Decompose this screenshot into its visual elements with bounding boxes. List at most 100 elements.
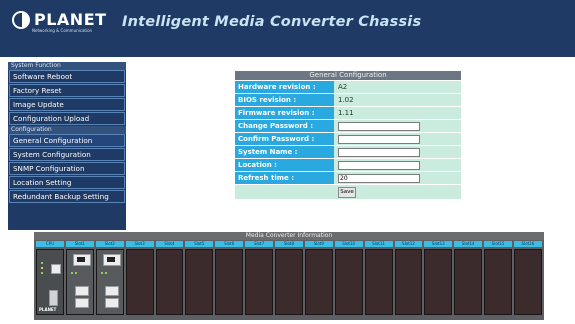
sidebar-item-configuration-upload[interactable]: Configuration Upload [9, 112, 125, 125]
brand-subtitle: Networking & Communication [32, 28, 93, 33]
rj45-jack-icon [76, 257, 85, 262]
slot-11-empty[interactable] [364, 249, 393, 315]
slot-14-empty[interactable] [454, 249, 483, 315]
location-label: Location : [235, 159, 334, 171]
cpu-console-port-icon [49, 290, 58, 306]
hardware-revision-value: A2 [334, 81, 461, 93]
slot-head-cpu: CPU [36, 241, 64, 247]
media-converter-heading: Media Converter Information [34, 232, 544, 240]
slot-head-9: Slot9 [304, 241, 333, 247]
sidebar-item-location-setting[interactable]: Location Setting [9, 176, 125, 189]
confirm-password-label: Confirm Password : [235, 133, 334, 145]
change-password-row: Change Password : [235, 120, 461, 132]
fiber-port-icon [74, 286, 89, 296]
slot-16-empty[interactable] [514, 249, 542, 315]
slot-10-empty[interactable] [334, 249, 363, 315]
slot-row: PLANET [34, 249, 544, 315]
firmware-revision-value: 1.11 [334, 107, 461, 119]
confirm-password-row: Confirm Password : [235, 133, 461, 145]
slot-1-module[interactable] [65, 249, 94, 315]
slot-2-module[interactable] [95, 249, 124, 315]
planet-logo: PLANET [12, 10, 107, 29]
cpu-module[interactable]: PLANET [36, 249, 64, 315]
slot-head-15: Slot15 [484, 241, 512, 247]
bios-revision-row: BIOS revision : 1.02 [235, 94, 461, 106]
slot-15-empty[interactable] [484, 249, 512, 315]
sidebar-item-snmp-configuration[interactable]: SNMP Configuration [9, 162, 125, 175]
sidebar-section-system-function: System Function [8, 62, 126, 70]
slot-8-empty[interactable] [275, 249, 303, 315]
save-button[interactable]: Save [338, 187, 356, 198]
slot-head-6: Slot6 [215, 241, 244, 247]
cpu-planet-logo: PLANET [39, 307, 57, 312]
slot-head-7: Slot7 [245, 241, 273, 247]
slot-head-13: Slot13 [424, 241, 453, 247]
header: PLANET Networking & Communication Intell… [0, 0, 575, 57]
refresh-time-label: Refresh time : [235, 172, 334, 184]
slot-13-empty[interactable] [424, 249, 453, 315]
slot-head-14: Slot14 [454, 241, 483, 247]
hardware-revision-row: Hardware revision : A2 [235, 81, 461, 93]
slot-head-5: Slot5 [185, 241, 214, 247]
slot-header-row: CPU Slot1 Slot2 Slot3 Slot4 Slot5 Slot6 … [34, 241, 544, 247]
sidebar-item-general-configuration[interactable]: General Configuration [9, 134, 125, 147]
cpu-led-icon [41, 262, 43, 264]
slot-head-4: Slot4 [155, 241, 184, 247]
slot-7-empty[interactable] [245, 249, 273, 315]
cpu-led-icon [41, 272, 43, 274]
slot-12-empty[interactable] [394, 249, 423, 315]
slot-head-1: Slot1 [65, 241, 94, 247]
media-converter-panel: Media Converter Information CPU Slot1 Sl… [34, 232, 544, 320]
brand-name: PLANET [34, 10, 107, 29]
link-led-icon [104, 272, 107, 274]
sidebar-item-image-update[interactable]: Image Update [9, 98, 125, 111]
planet-logo-icon [12, 10, 30, 29]
slot-head-11: Slot11 [364, 241, 393, 247]
location-input[interactable] [338, 160, 420, 170]
slot-6-empty[interactable] [215, 249, 244, 315]
change-password-label: Change Password : [235, 120, 334, 132]
slot-4-empty[interactable] [155, 249, 184, 315]
firmware-revision-row: Firmware revision : 1.11 [235, 107, 461, 119]
slot-head-2: Slot2 [95, 241, 124, 247]
link-led-icon [74, 272, 77, 274]
location-row: Location : [235, 159, 461, 171]
slot-9-empty[interactable] [304, 249, 333, 315]
bios-revision-value: 1.02 [334, 94, 461, 106]
sidebar-item-software-reboot[interactable]: Software Reboot [9, 70, 125, 83]
slot-head-3: Slot3 [125, 241, 154, 247]
link-led-icon [100, 272, 103, 274]
system-name-row: System Name : [235, 146, 461, 158]
sidebar-item-system-configuration[interactable]: System Configuration [9, 148, 125, 161]
change-password-input[interactable] [338, 121, 420, 131]
system-name-input[interactable] [338, 147, 420, 157]
page-title: Intelligent Media Converter Chassis [122, 14, 422, 30]
slot-head-8: Slot8 [275, 241, 303, 247]
fiber-port-icon [104, 298, 119, 308]
save-row: Save [235, 185, 461, 199]
slot-head-12: Slot12 [394, 241, 423, 247]
system-name-label: System Name : [235, 146, 334, 158]
refresh-time-input[interactable] [338, 173, 420, 183]
confirm-password-input[interactable] [338, 134, 420, 144]
slot-3-empty[interactable] [125, 249, 154, 315]
cpu-ethernet-port-icon [51, 264, 61, 274]
refresh-time-row: Refresh time : [235, 172, 461, 184]
general-configuration-panel: General Configuration Hardware revision … [235, 71, 461, 199]
link-led-icon [70, 272, 73, 274]
cpu-led-icon [41, 267, 43, 269]
slot-head-10: Slot10 [334, 241, 363, 247]
sidebar-item-factory-reset[interactable]: Factory Reset [9, 84, 125, 97]
sidebar-item-redundant-backup-setting[interactable]: Redundant Backup Setting [9, 190, 125, 203]
firmware-revision-label: Firmware revision : [235, 107, 334, 119]
fiber-port-icon [74, 298, 89, 308]
slot-5-empty[interactable] [185, 249, 214, 315]
sidebar-section-configuration: Configuration [8, 126, 126, 134]
hardware-revision-label: Hardware revision : [235, 81, 334, 93]
bios-revision-label: BIOS revision : [235, 94, 334, 106]
slot-head-16: Slot16 [514, 241, 542, 247]
rj45-jack-icon [106, 257, 115, 262]
fiber-port-icon [104, 286, 119, 296]
sidebar: System Function Software Reboot Factory … [8, 62, 126, 230]
config-heading: General Configuration [235, 71, 461, 80]
